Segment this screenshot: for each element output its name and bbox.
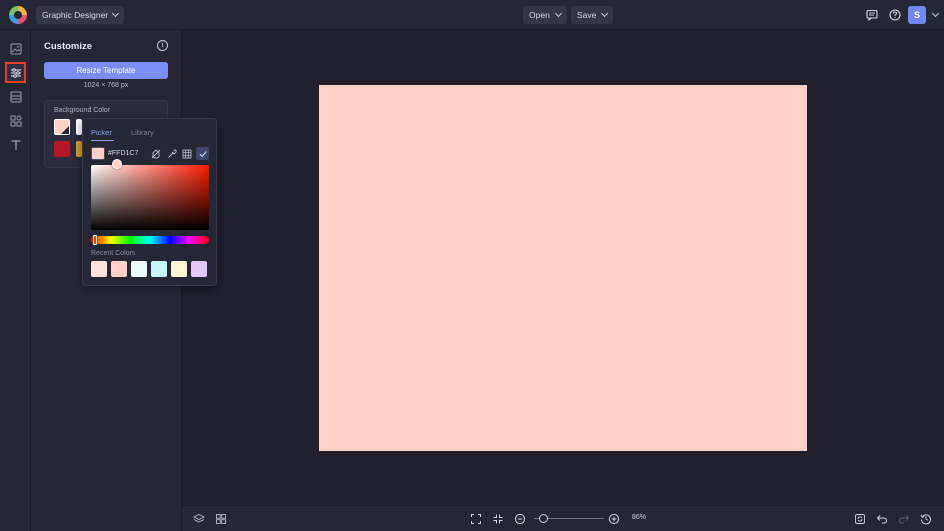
save-label: Save	[577, 10, 597, 20]
recent-color-swatch[interactable]	[191, 261, 207, 277]
canvas-size-label: 1024 × 768 px	[83, 82, 129, 89]
left-toolbar	[0, 30, 31, 531]
zoom-in-icon[interactable]	[607, 512, 621, 526]
sync-icon[interactable]	[853, 512, 867, 526]
hex-input[interactable]: #FFD1C7	[106, 148, 142, 160]
tab-library[interactable]: Library	[131, 128, 154, 137]
layout-icon[interactable]	[5, 86, 26, 107]
tab-picker[interactable]: Picker	[91, 128, 112, 137]
hue-handle[interactable]	[93, 235, 97, 245]
chevron-down-icon	[112, 9, 120, 18]
info-icon[interactable]: i	[157, 40, 168, 51]
recent-color-swatch[interactable]	[91, 261, 107, 277]
no-color-icon[interactable]	[149, 147, 162, 160]
eyedropper-icon[interactable]	[165, 147, 178, 160]
saturation-handle[interactable]	[112, 159, 122, 169]
app-selector-dropdown[interactable]: Graphic Designer	[36, 6, 125, 24]
grid-icon[interactable]	[180, 147, 193, 160]
panel-title: Customize	[44, 41, 93, 52]
chevron-down-icon	[554, 9, 562, 18]
color-picker-popup: Picker Library #FFD1C7 Recent Colors	[82, 118, 217, 286]
current-color-swatch	[91, 147, 105, 160]
history-icon[interactable]	[919, 512, 933, 526]
fit-screen-icon[interactable]	[469, 512, 483, 526]
bottom-toolbar: 86%	[182, 505, 944, 531]
text-icon[interactable]	[5, 134, 26, 155]
image-icon[interactable]	[5, 38, 26, 59]
design-canvas[interactable]	[319, 85, 807, 451]
layers-icon[interactable]	[192, 512, 206, 526]
confirm-check-icon[interactable]	[196, 147, 209, 160]
saturation-value-area[interactable]	[91, 165, 209, 230]
open-button[interactable]: Open	[523, 6, 567, 24]
recent-color-swatch[interactable]	[111, 261, 127, 277]
hue-slider[interactable]	[91, 236, 209, 244]
recent-color-swatch[interactable]	[131, 261, 147, 277]
recent-colors-label: Recent Colors	[91, 250, 136, 257]
recent-color-swatch[interactable]	[171, 261, 187, 277]
help-icon[interactable]	[887, 7, 903, 23]
elements-icon[interactable]	[5, 110, 26, 131]
zoom-level[interactable]: 86%	[632, 514, 646, 521]
active-tab-indicator	[91, 140, 114, 141]
background-color-label: Background Color	[54, 107, 111, 114]
app-name-label: Graphic Designer	[42, 10, 109, 20]
zoom-out-icon[interactable]	[513, 512, 527, 526]
zoom-slider-handle[interactable]	[539, 514, 548, 523]
app-logo-icon[interactable]	[9, 6, 27, 24]
sliders-icon[interactable]	[5, 62, 26, 83]
recent-color-swatch[interactable]	[151, 261, 167, 277]
background-swatch-current[interactable]	[54, 119, 70, 135]
background-swatch[interactable]	[54, 141, 70, 157]
save-button[interactable]: Save	[571, 6, 614, 24]
chevron-down-icon	[601, 9, 609, 18]
open-label: Open	[529, 10, 550, 20]
actual-size-icon[interactable]	[491, 512, 505, 526]
redo-icon[interactable]	[897, 512, 911, 526]
chevron-down-icon[interactable]	[927, 7, 943, 23]
resize-template-button[interactable]: Resize Template	[44, 62, 168, 79]
undo-icon[interactable]	[875, 512, 889, 526]
user-avatar[interactable]: S	[908, 6, 926, 24]
top-bar: Graphic Designer Open Save S	[0, 0, 944, 30]
grid-view-icon[interactable]	[214, 512, 228, 526]
comments-icon[interactable]	[864, 7, 880, 23]
